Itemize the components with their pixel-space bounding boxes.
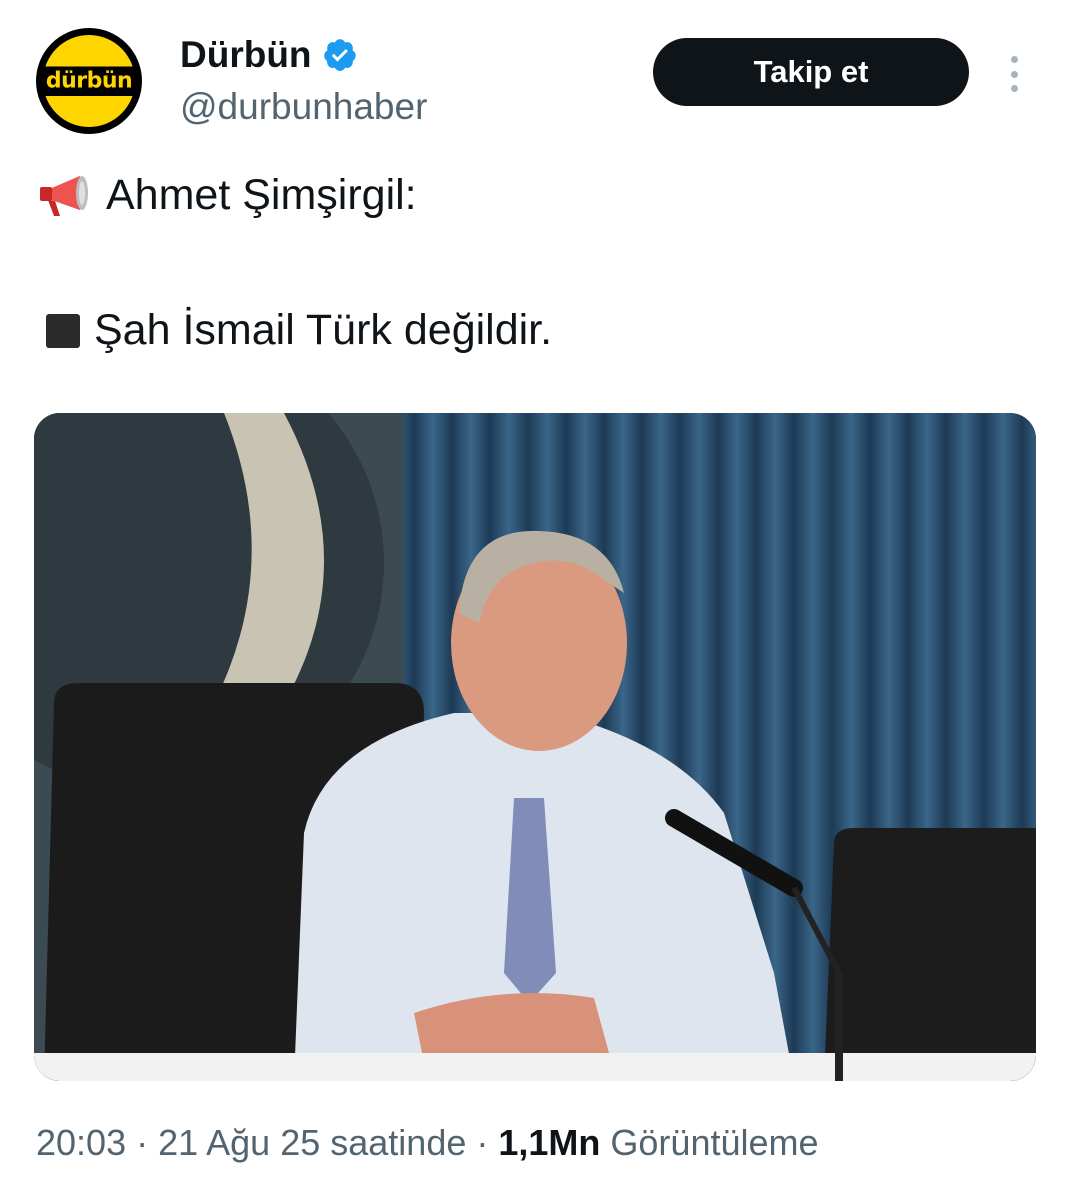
avatar[interactable]: dürbün xyxy=(36,28,142,134)
views-label: Görüntüleme xyxy=(610,1122,819,1163)
tweet-meta: 20:03 · 21 Ağu 25 saatinde · 1,1Mn Görün… xyxy=(36,1122,819,1164)
dot xyxy=(1010,85,1018,92)
follow-button[interactable]: Takip et xyxy=(653,38,969,106)
megaphone-icon xyxy=(40,176,88,216)
black-square-icon xyxy=(46,313,80,348)
more-options-icon[interactable] xyxy=(994,52,1034,96)
separator: · xyxy=(476,1122,489,1163)
avatar-logo-text: dürbün xyxy=(39,66,139,96)
display-name[interactable]: Dürbün xyxy=(180,34,312,76)
tweet-date[interactable]: 21 Ağu 25 saatinde xyxy=(158,1122,466,1164)
separator: · xyxy=(136,1122,149,1163)
photo-illustration xyxy=(34,413,1036,1081)
tweet-line-2-text: Şah İsmail Türk değildir. xyxy=(94,306,553,354)
tweet-time[interactable]: 20:03 xyxy=(36,1122,126,1164)
tweet-line-1-text: Ahmet Şimşirgil: xyxy=(106,170,417,219)
tweet-photo[interactable] xyxy=(34,413,1036,1081)
handle[interactable]: @durbunhaber xyxy=(180,86,427,128)
tweet-text-line-2: Şah İsmail Türk değildir. xyxy=(46,306,552,355)
views-count: 1,1Mn xyxy=(498,1122,601,1163)
tweet-text-line-1: Ahmet Şimşirgil: xyxy=(36,170,417,220)
dot xyxy=(1010,56,1018,63)
display-name-row[interactable]: Dürbün xyxy=(180,34,358,76)
verified-badge-icon xyxy=(323,39,356,71)
dot xyxy=(1010,70,1018,78)
